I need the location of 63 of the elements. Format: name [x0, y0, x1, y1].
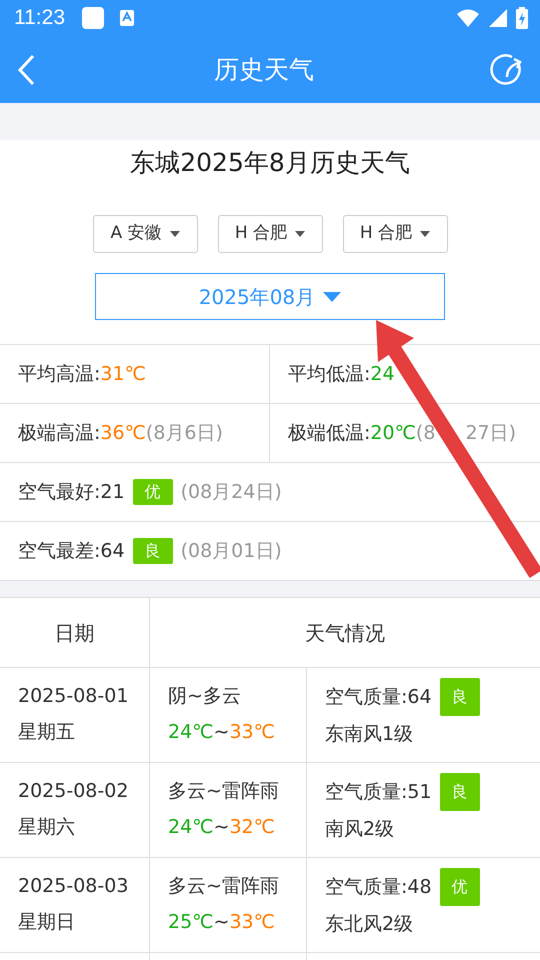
text-notification-icon: [119, 9, 135, 27]
stat-date: (08月24日): [180, 480, 282, 505]
high-temp: 33℃: [229, 720, 275, 745]
temp-separator: ~: [214, 910, 230, 935]
signal-icon: [488, 8, 508, 28]
air-quality-badge: 良: [440, 773, 480, 811]
caret-icon: [420, 231, 430, 237]
low-temp: 24℃: [168, 815, 214, 840]
stat-label: 极端低温:: [288, 420, 370, 446]
stat-label: 极端高温:: [18, 420, 100, 446]
air-quality-badge: 良: [440, 678, 480, 716]
air-quality-badge: 优: [440, 868, 480, 906]
air-quality-text: 空气质量:51: [325, 780, 432, 805]
stat-value: 31℃: [100, 362, 146, 387]
wind-text: 东北风2级: [325, 912, 414, 937]
date-text: 2025-08-01: [18, 684, 130, 709]
weather-text: 多云~雷阵雨: [168, 874, 280, 899]
stat-label: 空气最差:64: [18, 538, 125, 564]
weekday-text: 星期日: [18, 910, 76, 935]
caret-icon: [170, 231, 180, 237]
stat-label: 空气最好:21: [18, 480, 125, 505]
high-temp: 32℃: [229, 815, 275, 840]
weather-text: 阴~多云: [168, 684, 242, 709]
caret-icon: [323, 292, 342, 302]
wifi-icon: [456, 8, 480, 28]
air-quality-text: 空气质量:64: [325, 685, 432, 710]
date-text: 2025-08-03: [18, 874, 130, 899]
weather-text: 多云~雷阵雨: [168, 779, 280, 804]
province-dropdown[interactable]: H 合肥: [218, 215, 322, 253]
column-header: 天气情况: [150, 598, 540, 668]
refresh-button[interactable]: [490, 52, 524, 86]
low-temp: 24℃: [168, 720, 214, 745]
temp-separator: ~: [214, 815, 230, 840]
weekday-text: 星期五: [18, 720, 76, 745]
column-header: 日期: [0, 598, 150, 668]
weekday-text: 星期六: [18, 815, 76, 840]
stat-date: (8: [416, 420, 436, 446]
province-dropdown[interactable]: H 合肥: [342, 215, 448, 253]
stat-date: 27日): [465, 420, 516, 446]
province-dropdown[interactable]: A 安徽: [92, 215, 198, 253]
stat-label: 平均高温:: [18, 362, 100, 387]
app-notification-icon: [81, 6, 105, 30]
caret-icon: [295, 231, 306, 237]
air-quality-text: 空气质量:48: [325, 875, 432, 900]
stat-date: (8月6日): [146, 420, 223, 446]
stat-date: (08月01日): [180, 538, 282, 564]
wind-text: 南风2级: [325, 817, 396, 842]
page-header-title: 历史天气: [214, 54, 314, 86]
refresh-icon: [490, 52, 524, 86]
high-temp: 33℃: [229, 910, 275, 935]
battery-icon: [516, 7, 528, 29]
stat-label: 平均低温:: [288, 362, 370, 387]
stat-value: 36℃: [100, 420, 146, 446]
air-quality-badge: 良: [132, 538, 173, 564]
report-title: 东城2025年8月历史天气: [129, 147, 411, 179]
air-quality-badge: 优: [132, 479, 173, 505]
stat-value: 20℃: [370, 420, 416, 446]
wind-text: 东南风1级: [325, 722, 414, 747]
stat-value: 24: [370, 362, 395, 387]
status-time: 11:23: [14, 5, 65, 32]
date-text: 2025-08-02: [18, 779, 130, 804]
low-temp: 25℃: [168, 910, 214, 935]
temp-separator: ~: [214, 720, 230, 745]
